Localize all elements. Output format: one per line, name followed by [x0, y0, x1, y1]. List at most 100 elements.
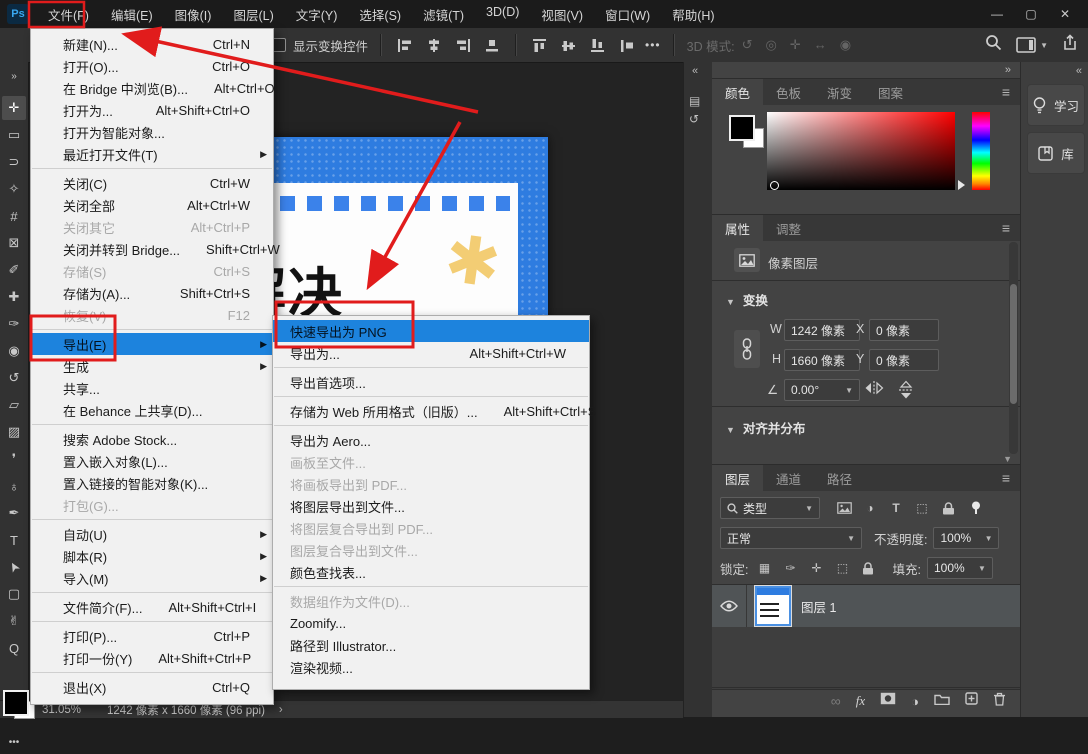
file-menu-item[interactable]: 打包(G)... — [31, 494, 273, 516]
hue-slider-marker[interactable] — [958, 180, 965, 190]
layer-mask-icon[interactable] — [880, 692, 896, 710]
file-menu-item[interactable]: 打开(O)...Ctrl+O — [31, 55, 273, 77]
file-menu-item[interactable]: 新建(N)...Ctrl+N — [31, 33, 273, 55]
link-dimensions-icon[interactable] — [734, 330, 760, 368]
align-right-icon[interactable] — [452, 35, 474, 55]
menubar-item-9[interactable]: 窗口(W) — [594, 0, 661, 29]
eraser-tool[interactable]: ▱ — [2, 393, 26, 417]
file-menu-item[interactable]: 搜索 Adobe Stock... — [31, 428, 273, 450]
menubar-item-7[interactable]: 3D(D) — [475, 0, 530, 29]
filter-adjustment-layers-icon[interactable]: ◑ — [860, 499, 880, 517]
opacity-field[interactable]: 100%▼ — [933, 527, 999, 549]
layers-menu-icon[interactable]: ≡ — [992, 465, 1020, 491]
color-tab-3[interactable]: 图案 — [865, 79, 916, 105]
maximize-button[interactable]: ▢ — [1014, 2, 1048, 26]
file-menu-item[interactable]: 打印一份(Y)Alt+Shift+Ctrl+P — [31, 647, 273, 669]
hue-slider[interactable] — [972, 112, 990, 190]
search-icon[interactable] — [985, 34, 1002, 56]
color-tab-2[interactable]: 渐变 — [814, 79, 865, 105]
menubar-item-4[interactable]: 文字(Y) — [285, 0, 349, 29]
x-field[interactable]: 0 像素 — [869, 319, 939, 341]
slice-tool[interactable]: ⊠ — [2, 231, 26, 255]
export-menu-item[interactable]: 将画板导出到 PDF... — [273, 473, 589, 495]
blur-tool[interactable]: ❜ — [2, 447, 26, 471]
file-menu-item[interactable]: 恢复(V)F12 — [31, 304, 273, 326]
lock-image-icon[interactable]: ✑ — [780, 559, 800, 577]
export-menu-item[interactable]: 渲染视频... — [273, 656, 589, 678]
menubar-item-10[interactable]: 帮助(H) — [661, 0, 725, 29]
color-tab-1[interactable]: 色板 — [763, 79, 814, 105]
eyedropper-tool[interactable]: ✐ — [2, 258, 26, 282]
export-menu-item[interactable]: 图层复合导出到文件... — [273, 539, 589, 561]
export-menu-item[interactable]: 颜色查找表... — [273, 561, 589, 583]
file-menu-item[interactable]: 打开为...Alt+Shift+Ctrl+O — [31, 99, 273, 121]
quick-selection-tool[interactable]: ✧ — [2, 177, 26, 201]
file-menu-item[interactable]: 置入嵌入对象(L)... — [31, 450, 273, 472]
toolbar-more-dots[interactable]: ••• — [2, 730, 26, 754]
healing-brush-tool[interactable]: ✚ — [2, 285, 26, 309]
file-menu-item[interactable]: 存储(S)Ctrl+S — [31, 260, 273, 282]
type-tool[interactable]: T — [2, 528, 26, 552]
history-brush-tool[interactable]: ↺ — [2, 366, 26, 390]
align-center-horizontal-icon[interactable] — [423, 35, 445, 55]
layers-tab-0[interactable]: 图层 — [712, 465, 763, 491]
adjustment-layer-icon[interactable]: ◑ — [911, 694, 919, 709]
file-menu-item[interactable]: 在 Behance 上共享(D)... — [31, 399, 273, 421]
menubar-item-6[interactable]: 滤镜(T) — [412, 0, 475, 29]
layer-thumbnail[interactable] — [755, 586, 791, 626]
lock-position-icon[interactable]: ✛ — [806, 559, 826, 577]
brush-tool[interactable]: ✑ — [2, 312, 26, 336]
file-menu-item[interactable]: 置入链接的智能对象(K)... — [31, 472, 273, 494]
saturation-brightness-field[interactable] — [767, 112, 955, 190]
export-menu-item[interactable]: 存储为 Web 所用格式（旧版）...Alt+Shift+Ctrl+S — [273, 400, 589, 422]
export-menu-item[interactable]: 导出为...Alt+Shift+Ctrl+W — [273, 342, 589, 364]
path-selection-tool[interactable]: ➤ — [2, 555, 26, 579]
export-menu-item[interactable]: 导出首选项... — [273, 371, 589, 393]
learn-panel-button[interactable]: 学习 — [1027, 84, 1085, 126]
menubar-item-8[interactable]: 视图(V) — [530, 0, 594, 29]
menubar-item-5[interactable]: 选择(S) — [348, 0, 412, 29]
align-distribute-section-header[interactable]: ▼对齐并分布 — [726, 418, 805, 437]
new-layer-icon[interactable] — [965, 692, 978, 710]
lock-all-icon[interactable] — [858, 559, 878, 577]
distribute-horizontal-icon[interactable] — [481, 35, 503, 55]
dodge-tool[interactable]: ♁ — [2, 474, 26, 498]
export-menu-item[interactable]: 画板至文件... — [273, 451, 589, 473]
flip-vertical-icon[interactable] — [898, 380, 914, 405]
marquee-tool[interactable]: ▭ — [2, 123, 26, 147]
align-middle-vertical-icon[interactable] — [558, 35, 580, 55]
link-layers-icon[interactable]: ∞ — [831, 693, 841, 709]
chevron-down-icon[interactable]: ▼ — [973, 564, 986, 573]
color-picker-marker[interactable] — [770, 181, 779, 190]
show-transform-checkbox[interactable] — [272, 38, 286, 52]
export-menu-item[interactable]: Zoomify... — [273, 612, 589, 634]
file-menu-item[interactable]: 关闭(C)Ctrl+W — [31, 172, 273, 194]
export-menu-item[interactable]: 将图层导出到文件... — [273, 495, 589, 517]
layer-name[interactable]: 图层 1 — [801, 597, 836, 616]
share-icon[interactable] — [1062, 34, 1078, 56]
file-menu-item[interactable]: 导入(M)▶ — [31, 567, 273, 589]
shape-tool[interactable]: ▢ — [2, 582, 26, 606]
file-menu-item[interactable]: 打印(P)...Ctrl+P — [31, 625, 273, 647]
file-menu-item[interactable]: 脚本(R)▶ — [31, 545, 273, 567]
file-menu-item[interactable]: 自动(U)▶ — [31, 523, 273, 545]
export-menu-item[interactable]: 数据组作为文件(D)... — [273, 590, 589, 612]
clone-stamp-tool[interactable]: ◉ — [2, 339, 26, 363]
width-field[interactable]: 1242 像素 — [784, 319, 860, 341]
delete-layer-icon[interactable] — [993, 692, 1006, 711]
rotation-angle-field[interactable]: 0.00°▼ — [784, 379, 860, 401]
export-menu-item[interactable]: 将图层复合导出到 PDF... — [273, 517, 589, 539]
properties-menu-icon[interactable]: ≡ — [992, 215, 1020, 241]
fill-field[interactable]: 100%▼ — [927, 557, 993, 579]
scrollbar-thumb[interactable] — [1010, 284, 1017, 404]
export-menu-item[interactable]: 导出为 Aero... — [273, 429, 589, 451]
layer-filter-dropdown[interactable]: 类型▼ — [720, 497, 820, 519]
lock-transparency-icon[interactable]: ▦ — [754, 559, 774, 577]
filter-toggle-pin[interactable] — [966, 499, 986, 517]
history-panel-icon[interactable]: ↺ — [689, 112, 699, 126]
file-menu-item[interactable]: 关闭并转到 Bridge...Shift+Ctrl+W — [31, 238, 273, 260]
file-menu-item[interactable]: 退出(X)Ctrl+Q — [31, 676, 273, 698]
collapse-strip-chevron[interactable]: « — [1076, 65, 1081, 77]
lock-artboard-icon[interactable]: ⬚ — [832, 559, 852, 577]
panel-foreground-swatch[interactable] — [729, 115, 755, 141]
